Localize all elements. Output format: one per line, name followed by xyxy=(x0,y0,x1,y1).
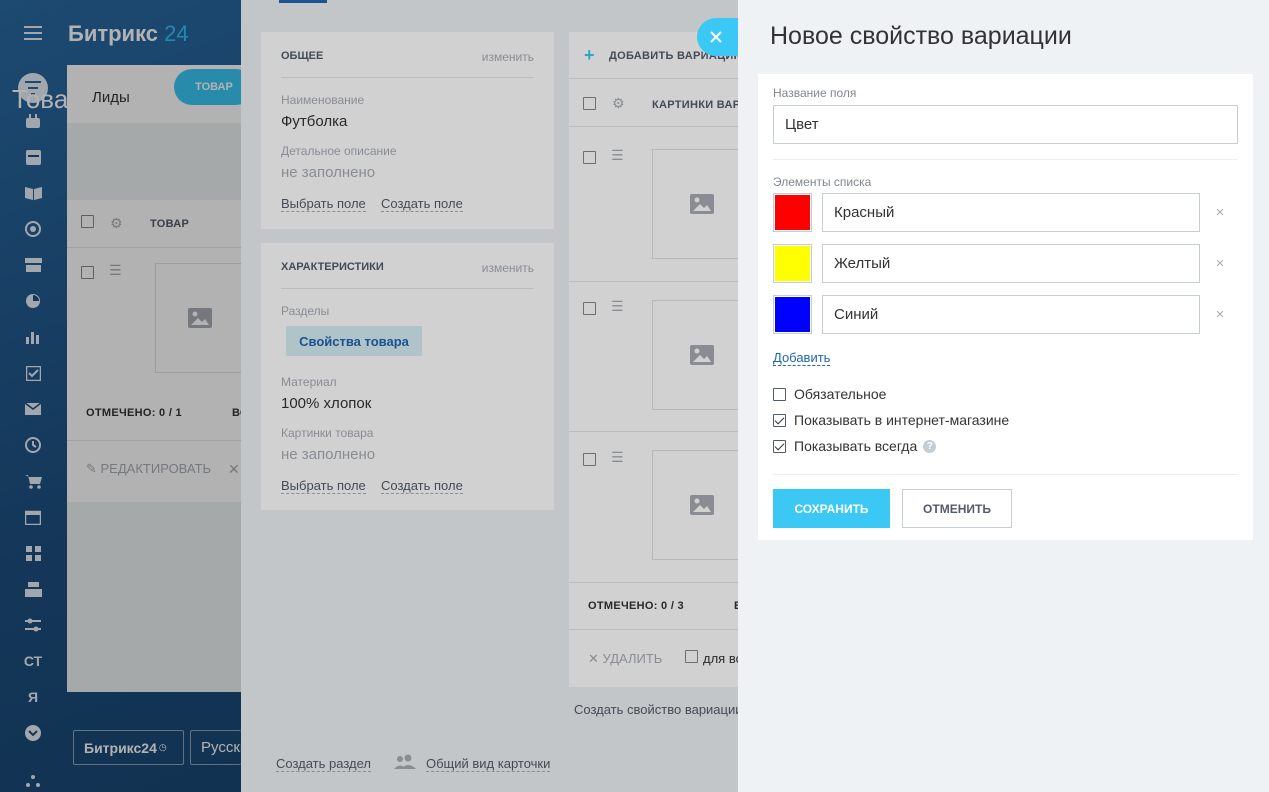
required-checkbox[interactable] xyxy=(773,387,786,401)
list-items-label: Элементы списка xyxy=(773,175,872,189)
divider xyxy=(773,159,1238,160)
save-button[interactable]: СОХРАНИТЬ xyxy=(773,489,890,528)
show-always-checkbox[interactable] xyxy=(773,439,786,453)
color-swatch-fill xyxy=(775,246,810,281)
new-variation-property-panel: Новое свойство вариации Название поля Эл… xyxy=(738,0,1269,792)
slider-overlay-dim xyxy=(241,0,738,792)
required-label: Обязательное xyxy=(794,386,887,402)
required-checkbox-row[interactable]: Обязательное xyxy=(773,386,886,402)
remove-item-icon[interactable]: × xyxy=(1213,307,1227,322)
property-form: Название поля Элементы списка × × × Доба… xyxy=(758,74,1253,540)
field-name-label: Название поля xyxy=(773,86,857,100)
remove-item-icon[interactable]: × xyxy=(1213,205,1227,220)
show-in-shop-label: Показывать в интернет-магазине xyxy=(794,412,1010,428)
help-icon[interactable]: ? xyxy=(923,439,937,453)
list-item-input[interactable] xyxy=(822,295,1200,334)
remove-item-icon[interactable]: × xyxy=(1213,256,1227,271)
show-always-checkbox-row[interactable]: Показывать всегда ? xyxy=(773,438,937,454)
color-swatch[interactable] xyxy=(773,295,812,334)
overlay-dim xyxy=(0,0,241,792)
list-item-input[interactable] xyxy=(822,244,1200,283)
add-item-link[interactable]: Добавить xyxy=(773,350,831,366)
show-in-shop-checkbox[interactable] xyxy=(773,413,786,427)
close-slider-button[interactable] xyxy=(697,18,738,56)
list-item-input[interactable] xyxy=(822,193,1200,232)
divider xyxy=(773,474,1238,475)
close-icon xyxy=(709,31,722,43)
panel-title: Новое свойство вариации xyxy=(770,22,1072,50)
field-name-input[interactable] xyxy=(773,105,1238,144)
color-swatch-fill xyxy=(775,195,810,230)
color-swatch-fill xyxy=(775,297,810,332)
show-in-shop-checkbox-row[interactable]: Показывать в интернет-магазине xyxy=(773,412,1009,428)
product-card-slider: ОБЩЕЕ изменить Наименование Футболка Дет… xyxy=(241,0,738,792)
color-swatch[interactable] xyxy=(773,193,812,232)
show-always-label: Показывать всегда xyxy=(794,438,918,454)
cancel-button[interactable]: ОТМЕНИТЬ xyxy=(902,489,1012,528)
color-swatch[interactable] xyxy=(773,244,812,283)
